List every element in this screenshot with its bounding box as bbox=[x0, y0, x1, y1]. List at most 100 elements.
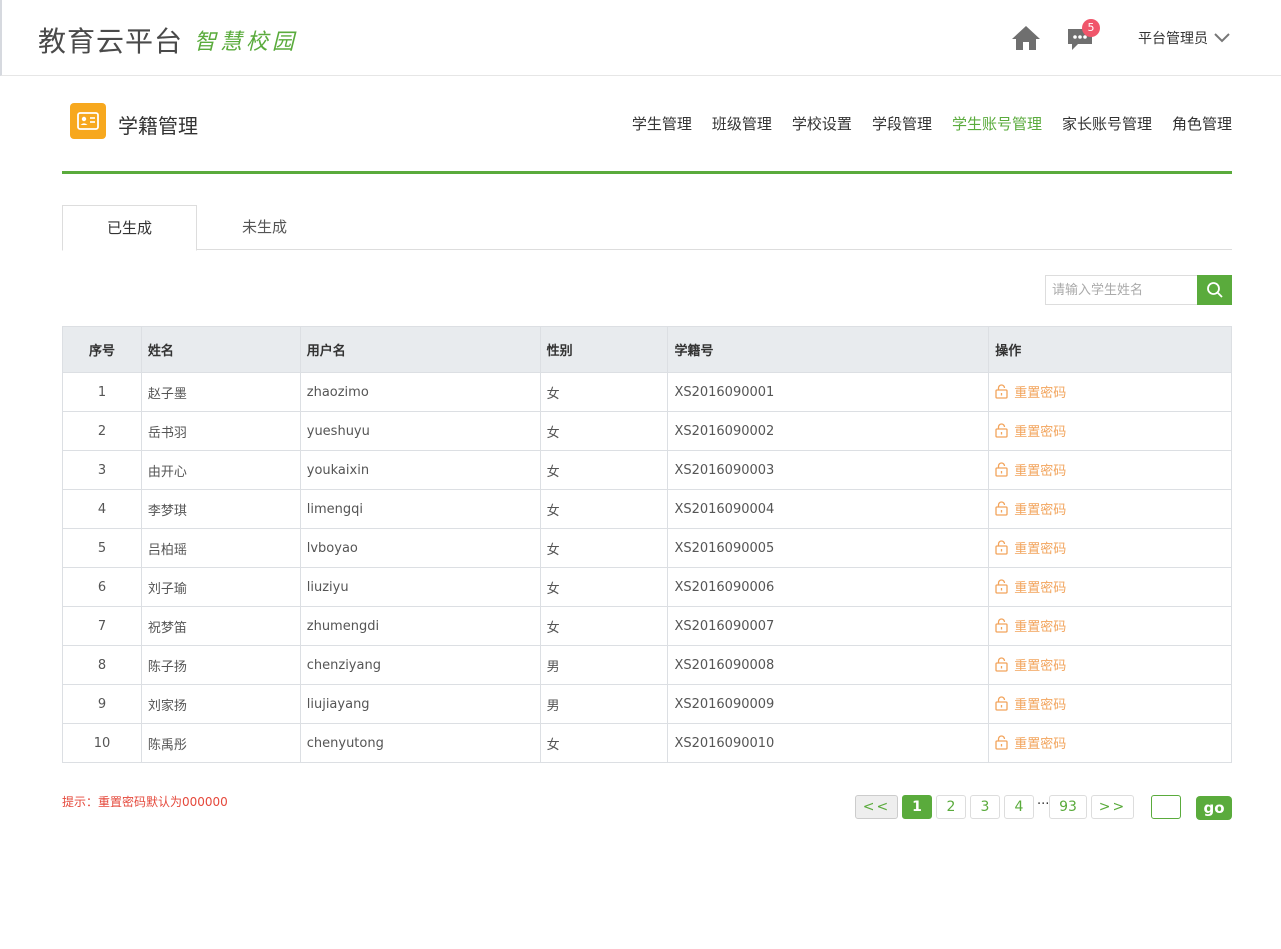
reset-password-link[interactable]: 重置密码 bbox=[995, 499, 1066, 518]
lock-icon bbox=[995, 656, 1008, 672]
nav-class-management[interactable]: 班级管理 bbox=[712, 113, 772, 134]
message-count-badge: 5 bbox=[1082, 19, 1100, 37]
lock-icon bbox=[995, 734, 1008, 750]
table-row: 9 刘家扬 liujiayang 男 XS2016090009 重置密码 bbox=[62, 684, 1232, 724]
cell-name: 吕柏瑶 bbox=[140, 528, 301, 568]
nav-stage-management[interactable]: 学段管理 bbox=[872, 113, 932, 134]
reset-password-label: 重置密码 bbox=[1014, 697, 1067, 713]
prev-page-button[interactable]: << bbox=[855, 795, 898, 819]
page-button-4[interactable]: 4 bbox=[1004, 795, 1034, 819]
cell-action: 重置密码 bbox=[988, 723, 1232, 763]
student-name-search-input[interactable] bbox=[1045, 275, 1198, 305]
cell-username: chenziyang bbox=[299, 645, 541, 685]
page-button-2[interactable]: 2 bbox=[936, 795, 966, 819]
cell-gender: 女 bbox=[539, 528, 669, 568]
cell-name: 陈子扬 bbox=[140, 645, 301, 685]
cell-action: 重置密码 bbox=[988, 684, 1232, 724]
next-page-button[interactable]: >> bbox=[1091, 795, 1134, 819]
reset-password-label: 重置密码 bbox=[1014, 424, 1067, 440]
lock-icon bbox=[995, 422, 1008, 438]
search-button[interactable] bbox=[1197, 275, 1232, 305]
page-button-3[interactable]: 3 bbox=[970, 795, 1000, 819]
column-header-student-number: 学籍号 bbox=[667, 326, 990, 373]
page-button-1[interactable]: 1 bbox=[902, 795, 932, 819]
cell-index: 2 bbox=[62, 411, 142, 451]
cell-name: 赵子墨 bbox=[140, 372, 301, 412]
cell-name: 刘子瑜 bbox=[140, 567, 301, 607]
cell-student-number: XS2016090006 bbox=[667, 567, 990, 607]
cell-gender: 女 bbox=[539, 450, 669, 490]
table-row: 2 岳书羽 yueshuyu 女 XS2016090002 重置密码 bbox=[62, 411, 1232, 451]
cell-gender: 女 bbox=[539, 567, 669, 607]
cell-action: 重置密码 bbox=[988, 489, 1232, 529]
column-header-index: 序号 bbox=[62, 326, 142, 373]
cell-action: 重置密码 bbox=[988, 528, 1232, 568]
table-row: 4 李梦琪 limengqi 女 XS2016090004 重置密码 bbox=[62, 489, 1232, 529]
reset-password-label: 重置密码 bbox=[1014, 502, 1067, 518]
go-button[interactable]: go bbox=[1196, 796, 1232, 820]
cell-gender: 男 bbox=[539, 645, 669, 685]
table-row: 7 祝梦笛 zhumengdi 女 XS2016090007 重置密码 bbox=[62, 606, 1232, 646]
tab-not-generated[interactable]: 未生成 bbox=[197, 205, 332, 250]
cell-student-number: XS2016090001 bbox=[667, 372, 990, 412]
cell-index: 10 bbox=[62, 723, 142, 763]
lock-icon bbox=[995, 500, 1008, 516]
table-header-row: 序号 姓名 用户名 性别 学籍号 操作 bbox=[62, 326, 1232, 373]
home-icon[interactable] bbox=[1010, 24, 1042, 52]
lock-icon bbox=[995, 695, 1008, 711]
user-menu[interactable]: 平台管理员 bbox=[1138, 28, 1230, 48]
reset-password-link[interactable]: 重置密码 bbox=[995, 382, 1066, 401]
reset-password-link[interactable]: 重置密码 bbox=[995, 460, 1066, 479]
reset-password-label: 重置密码 bbox=[1014, 385, 1067, 401]
nav-student-account-management[interactable]: 学生账号管理 bbox=[952, 113, 1042, 134]
table-row: 6 刘子瑜 liuziyu 女 XS2016090006 重置密码 bbox=[62, 567, 1232, 607]
table-row: 8 陈子扬 chenziyang 男 XS2016090008 重置密码 bbox=[62, 645, 1232, 685]
lock-icon bbox=[995, 461, 1008, 477]
chevron-down-icon bbox=[1214, 33, 1230, 43]
nav-school-settings[interactable]: 学校设置 bbox=[792, 113, 852, 134]
reset-password-link[interactable]: 重置密码 bbox=[995, 694, 1066, 713]
cell-name: 李梦琪 bbox=[140, 489, 301, 529]
nav-parent-account-management[interactable]: 家长账号管理 bbox=[1062, 113, 1152, 134]
cell-action: 重置密码 bbox=[988, 606, 1232, 646]
tab-generated[interactable]: 已生成 bbox=[62, 205, 197, 251]
reset-password-link[interactable]: 重置密码 bbox=[995, 538, 1066, 557]
cell-name: 陈禹彤 bbox=[140, 723, 301, 763]
reset-password-label: 重置密码 bbox=[1014, 658, 1067, 674]
cell-index: 3 bbox=[62, 450, 142, 490]
cell-username: zhaozimo bbox=[299, 372, 541, 412]
column-header-action: 操作 bbox=[988, 326, 1232, 373]
search-icon bbox=[1206, 282, 1223, 298]
cell-action: 重置密码 bbox=[988, 645, 1232, 685]
cell-index: 5 bbox=[62, 528, 142, 568]
cell-gender: 男 bbox=[539, 684, 669, 724]
user-name: 平台管理员 bbox=[1138, 31, 1208, 47]
page-jump-input[interactable] bbox=[1151, 795, 1181, 819]
reset-password-link[interactable]: 重置密码 bbox=[995, 733, 1066, 752]
cell-student-number: XS2016090009 bbox=[667, 684, 990, 724]
page-button-last[interactable]: 93 bbox=[1049, 795, 1087, 819]
reset-password-link[interactable]: 重置密码 bbox=[995, 616, 1066, 635]
logo-subtitle: 智慧校园 bbox=[194, 30, 299, 55]
cell-username: liuziyu bbox=[299, 567, 541, 607]
reset-password-link[interactable]: 重置密码 bbox=[995, 421, 1066, 440]
cell-username: zhumengdi bbox=[299, 606, 541, 646]
module-title: 学籍管理 bbox=[118, 114, 198, 138]
column-header-gender: 性别 bbox=[539, 326, 669, 373]
nav-role-management[interactable]: 角色管理 bbox=[1172, 113, 1232, 134]
cell-name: 岳书羽 bbox=[140, 411, 301, 451]
cell-action: 重置密码 bbox=[988, 567, 1232, 607]
reset-password-link[interactable]: 重置密码 bbox=[995, 655, 1066, 674]
cell-student-number: XS2016090002 bbox=[667, 411, 990, 451]
column-header-username: 用户名 bbox=[299, 326, 541, 373]
nav-student-management[interactable]: 学生管理 bbox=[632, 113, 692, 134]
cell-username: limengqi bbox=[299, 489, 541, 529]
page-ellipsis: ··· bbox=[1037, 797, 1050, 812]
cell-action: 重置密码 bbox=[988, 450, 1232, 490]
cell-gender: 女 bbox=[539, 489, 669, 529]
column-header-name: 姓名 bbox=[140, 326, 301, 373]
cell-index: 9 bbox=[62, 684, 142, 724]
divider bbox=[62, 171, 1232, 174]
reset-password-link[interactable]: 重置密码 bbox=[995, 577, 1066, 596]
cell-index: 6 bbox=[62, 567, 142, 607]
